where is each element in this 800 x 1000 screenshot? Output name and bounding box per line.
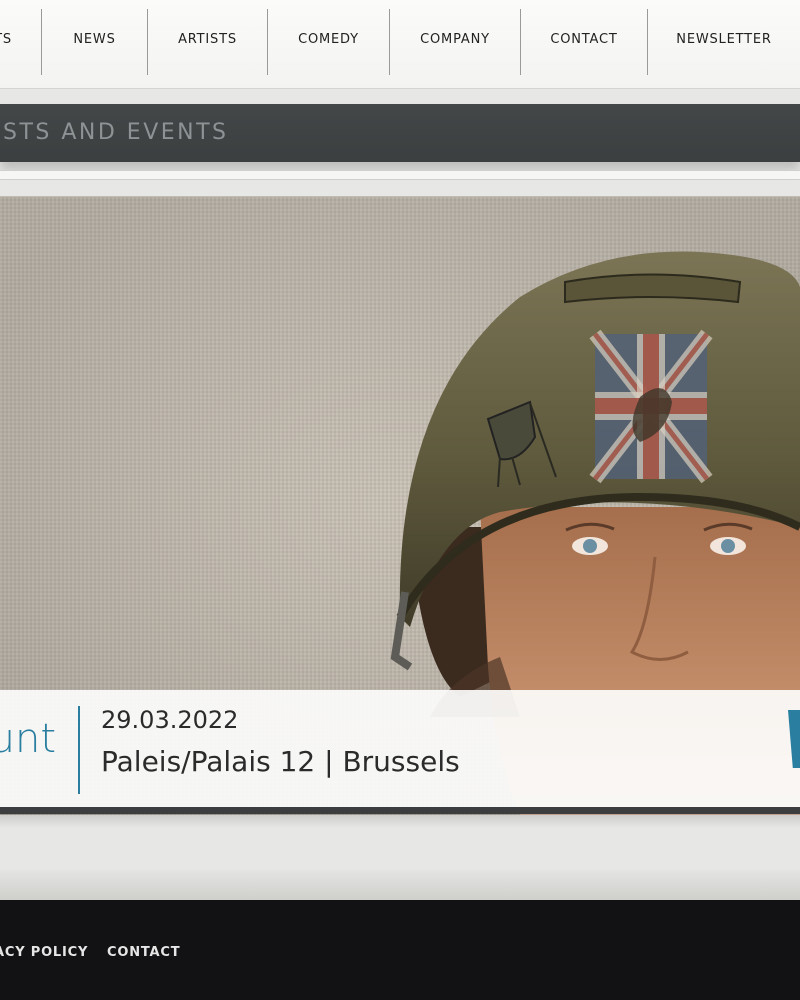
section-banner: ISTS AND EVENTS xyxy=(0,104,800,162)
footer-link-contact[interactable]: CONTACT xyxy=(107,945,180,960)
nav-item-events[interactable]: TS xyxy=(0,0,16,78)
event-caption: unt 29.03.2022 Paleis/Palais 12 | Brusse… xyxy=(0,690,800,808)
nav-item-artists[interactable]: ARTISTS xyxy=(148,0,267,78)
page-bottom-band xyxy=(0,870,800,900)
hero-bottom-bar xyxy=(0,807,800,814)
hero-shadow xyxy=(0,814,800,828)
nav-item-newsletter[interactable]: NEWSLETTER xyxy=(648,0,800,78)
footer-link-privacy-policy[interactable]: ACY POLICY xyxy=(0,945,88,960)
nav-item-news[interactable]: NEWS xyxy=(42,0,147,78)
nav-item-contact[interactable]: CONTACT xyxy=(521,0,647,78)
banner-title: ISTS AND EVENTS xyxy=(0,120,229,145)
featured-event-hero[interactable]: unt 29.03.2022 Paleis/Palais 12 | Brusse… xyxy=(0,196,800,815)
footer: ACY POLICY CONTACT xyxy=(0,900,800,1000)
event-venue: Paleis/Palais 12 | Brussels xyxy=(101,745,460,778)
nav-item-company[interactable]: COMPANY xyxy=(390,0,520,78)
event-date: 29.03.2022 xyxy=(101,706,239,734)
content-band xyxy=(0,170,800,180)
nav-item-comedy[interactable]: COMEDY xyxy=(268,0,389,78)
event-artist-name[interactable]: unt xyxy=(0,716,56,762)
top-navigation: TS NEWS ARTISTS COMEDY COMPANY CONTACT N… xyxy=(0,0,800,89)
ticket-badge-icon[interactable] xyxy=(788,710,800,768)
caption-divider xyxy=(78,706,80,794)
